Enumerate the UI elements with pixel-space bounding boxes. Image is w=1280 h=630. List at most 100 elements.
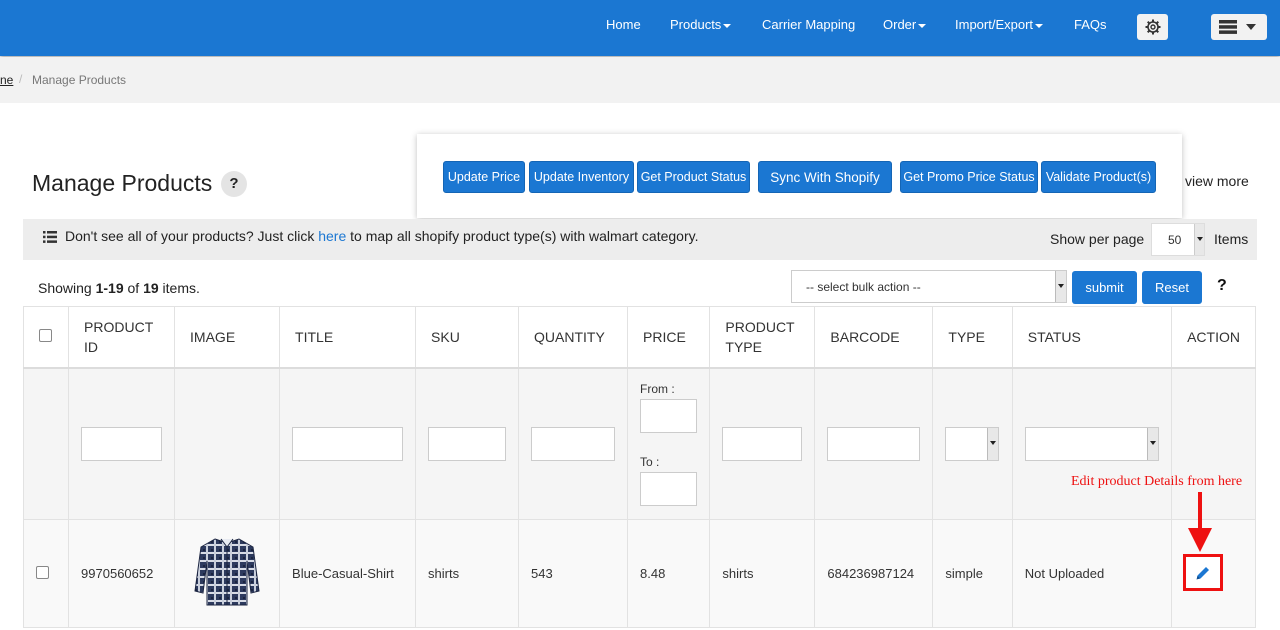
filter-cell-empty [22, 367, 70, 520]
chevron-down-icon [1197, 237, 1203, 241]
cell-quantity: 543 [518, 519, 629, 628]
account-menu-button[interactable] [1211, 14, 1267, 40]
filter-row: From : To : [22, 367, 1256, 520]
gear-icon [1145, 19, 1160, 35]
update-price-button[interactable]: Update Price [443, 161, 525, 193]
title-filter-input[interactable] [292, 426, 404, 461]
cell-product-type: shirts [709, 519, 816, 628]
price-from-input[interactable] [640, 398, 698, 433]
annotation-arrow-icon [1188, 492, 1212, 552]
caret-down-icon [723, 23, 732, 28]
info-text-after: to map all shopify product type(s) with … [346, 228, 699, 244]
nav-home[interactable]: Home [606, 17, 641, 32]
table-header-row: PRODUCT ID IMAGE TITLE SKU QUANTITY PRIC… [22, 306, 1256, 369]
breadcrumb-separator: / [19, 72, 23, 86]
select-arrow [1194, 224, 1204, 255]
server-icon [1219, 20, 1237, 34]
cell-type: simple [932, 519, 1013, 628]
status-filter-select[interactable] [1024, 426, 1159, 461]
sync-with-shopify-button[interactable]: Sync With Shopify [758, 161, 892, 193]
select-all-cell [22, 306, 70, 369]
update-inventory-button[interactable]: Update Inventory [529, 161, 634, 193]
info-text-before: Don't see all of your products? Just cli… [65, 228, 319, 244]
col-type[interactable]: TYPE [932, 306, 1013, 369]
select-all-checkbox[interactable] [39, 328, 52, 342]
bulk-action-select[interactable]: -- select bulk action -- [791, 270, 1067, 303]
table-row: 9970560652 Blue-Casual-Shirt shirts 543 … [22, 519, 1256, 628]
summary-of: of [123, 280, 144, 296]
edit-annotation-text: Edit product Details from here [1071, 474, 1243, 489]
product-type-filter-input[interactable] [722, 426, 803, 461]
product-thumbnail-shirt[interactable] [187, 533, 267, 611]
col-product-type[interactable]: PRODUCT TYPE [709, 306, 816, 369]
summary-prefix: Showing [38, 280, 96, 296]
pencil-icon [1196, 566, 1209, 579]
product-id-filter-input[interactable] [81, 426, 163, 461]
cell-product-id: 9970560652 [68, 519, 176, 628]
get-product-status-button[interactable]: Get Product Status [637, 161, 750, 193]
items-label: Items [1214, 231, 1249, 247]
col-quantity[interactable]: QUANTITY [518, 306, 629, 369]
view-more-link[interactable]: view more [1185, 173, 1249, 189]
nav-products[interactable]: Products [670, 17, 732, 32]
breadcrumb: ne / Manage Products [0, 57, 1280, 103]
summary-range: 1-19 [95, 280, 124, 296]
price-from-label: From : [640, 381, 675, 396]
filter-cell-price: From : To : [627, 367, 711, 520]
filter-cell-image [174, 367, 281, 520]
col-sku[interactable]: SKU [415, 306, 520, 369]
help-button[interactable]: ? [221, 171, 247, 197]
nav-products-label: Products [670, 17, 722, 32]
per-page-select[interactable]: 50 [1151, 223, 1205, 256]
action-panel: Update Price Update Inventory Get Produc… [417, 134, 1182, 218]
nav-order[interactable]: Order [883, 17, 927, 32]
row-select-cell [22, 519, 70, 628]
select-arrow [1146, 427, 1158, 460]
summary-total: 19 [143, 280, 159, 296]
bulk-action-placeholder: -- select bulk action -- [806, 280, 921, 294]
col-action: ACTION [1171, 306, 1256, 369]
nav-carrier-mapping[interactable]: Carrier Mapping [762, 17, 855, 32]
breadcrumb-home-link[interactable]: ne [0, 73, 13, 87]
edit-product-button[interactable] [1183, 554, 1223, 591]
sku-filter-input[interactable] [428, 426, 507, 461]
col-barcode[interactable]: BARCODE [814, 306, 934, 369]
chevron-down-icon [990, 440, 997, 445]
submit-button[interactable]: submit [1072, 271, 1137, 304]
type-filter-select[interactable] [945, 426, 1000, 461]
col-image: IMAGE [174, 306, 281, 369]
col-status[interactable]: STATUS [1011, 306, 1173, 369]
col-price[interactable]: PRICE [627, 306, 711, 369]
get-promo-price-status-button[interactable]: Get Promo Price Status [900, 161, 1038, 193]
list-icon [43, 231, 57, 243]
nav-import-export[interactable]: Import/Export [955, 17, 1044, 32]
top-navbar: Home Products Carrier Mapping Order Impo… [0, 0, 1280, 56]
filter-cell-barcode [814, 367, 934, 520]
per-page-value: 50 [1168, 233, 1182, 247]
col-product-id[interactable]: PRODUCT ID [68, 306, 176, 369]
chevron-down-icon [1246, 24, 1256, 30]
settings-button[interactable] [1137, 14, 1168, 40]
row-checkbox[interactable] [36, 565, 49, 579]
price-to-label: To : [640, 454, 660, 469]
map-categories-link[interactable]: here [318, 228, 346, 244]
products-table: PRODUCT ID IMAGE TITLE SKU QUANTITY PRIC… [22, 306, 1256, 628]
col-title[interactable]: TITLE [279, 306, 417, 369]
select-arrow [987, 427, 999, 460]
cell-sku: shirts [415, 519, 520, 628]
breadcrumb-current: Manage Products [32, 73, 127, 87]
validate-products-button[interactable]: Validate Product(s) [1041, 161, 1156, 193]
filter-cell-status [1011, 367, 1173, 520]
barcode-filter-input[interactable] [827, 426, 921, 461]
filter-cell-type [932, 367, 1013, 520]
price-to-input[interactable] [640, 471, 698, 506]
cell-barcode: 684236987124 [814, 519, 934, 628]
quantity-filter-input[interactable] [531, 426, 616, 461]
cell-image [174, 519, 281, 628]
filter-cell-product-id [68, 367, 176, 520]
chevron-down-icon [1058, 284, 1064, 288]
bulk-help-icon[interactable]: ? [1217, 277, 1227, 295]
nav-faqs[interactable]: FAQs [1074, 17, 1107, 32]
reset-button[interactable]: Reset [1142, 271, 1202, 304]
showing-summary: Showing 1-19 of 19 items. [38, 280, 200, 296]
